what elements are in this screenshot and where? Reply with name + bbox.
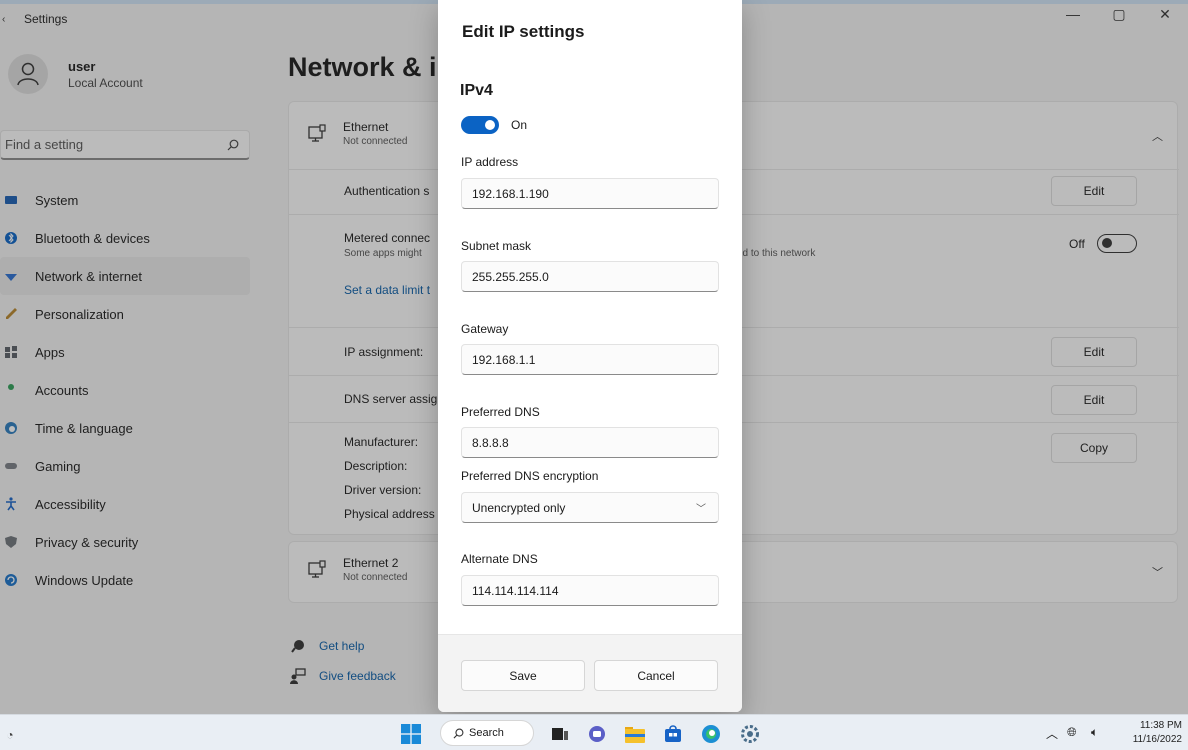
subnet-mask-field[interactable]: 255.255.255.0 [461, 261, 719, 292]
dialog-footer: Save Cancel [438, 634, 742, 712]
clock-date: 11/16/2022 [1132, 734, 1182, 745]
network-globe-icon[interactable]: 🌐︎ [1067, 725, 1077, 740]
ip-address-field[interactable]: 192.168.1.190 [461, 178, 719, 209]
chat-icon[interactable] [587, 724, 607, 744]
preferred-dns-encryption-label: Preferred DNS encryption [461, 469, 599, 483]
alternate-dns-label: Alternate DNS [461, 552, 538, 566]
save-button[interactable]: Save [461, 660, 585, 691]
ipv4-toggle[interactable] [461, 116, 499, 134]
preferred-dns-encryption-value: Unencrypted only [472, 500, 566, 515]
ipv4-heading: IPv4 [460, 82, 493, 99]
settings-gear-icon[interactable] [740, 724, 760, 744]
preferred-dns-encryption-select[interactable]: Unencrypted only ﹀ [461, 492, 719, 523]
ipv4-toggle-label: On [511, 118, 528, 132]
chevron-down-icon: ﹀ [696, 504, 706, 515]
clock-time: 11:38 PM [1139, 720, 1182, 731]
cancel-button[interactable]: Cancel [594, 660, 718, 691]
file-explorer-icon[interactable] [625, 724, 645, 744]
task-view-icon[interactable] [550, 724, 570, 744]
clock[interactable]: 11:38 PM 11/16/2022 [1133, 719, 1182, 747]
store-icon[interactable] [663, 724, 683, 744]
preferred-dns-label: Preferred DNS [461, 405, 540, 419]
tray-chevron-up-icon[interactable]: ︿ [1046, 725, 1058, 742]
edge-icon[interactable] [701, 724, 721, 744]
start-icon[interactable] [401, 724, 421, 744]
dialog-title: Edit IP settings [462, 22, 585, 41]
subnet-mask-label: Subnet mask [461, 239, 532, 253]
taskbar-search-label: Search [469, 727, 504, 739]
alternate-dns-field[interactable]: 114.114.114.114 [461, 575, 719, 606]
ip-address-label: IP address [461, 155, 519, 169]
widgets-icon[interactable]: ◔ [0, 725, 20, 745]
gateway-label: Gateway [461, 322, 509, 336]
preferred-dns-field[interactable]: 8.8.8.8 [461, 427, 719, 458]
volume-icon[interactable]: 🔈︎ [1091, 725, 1098, 740]
taskbar-search[interactable]: Search [440, 720, 534, 746]
gateway-field[interactable]: 192.168.1.1 [461, 344, 719, 375]
search-icon [453, 728, 464, 738]
edit-ip-settings-dialog: Edit IP settings IPv4 On IP address 192.… [438, 0, 742, 712]
taskbar: ◔ Search ︿ 🌐︎ 🔈︎ 11:38 PM 11/16/2022 [0, 714, 1188, 750]
